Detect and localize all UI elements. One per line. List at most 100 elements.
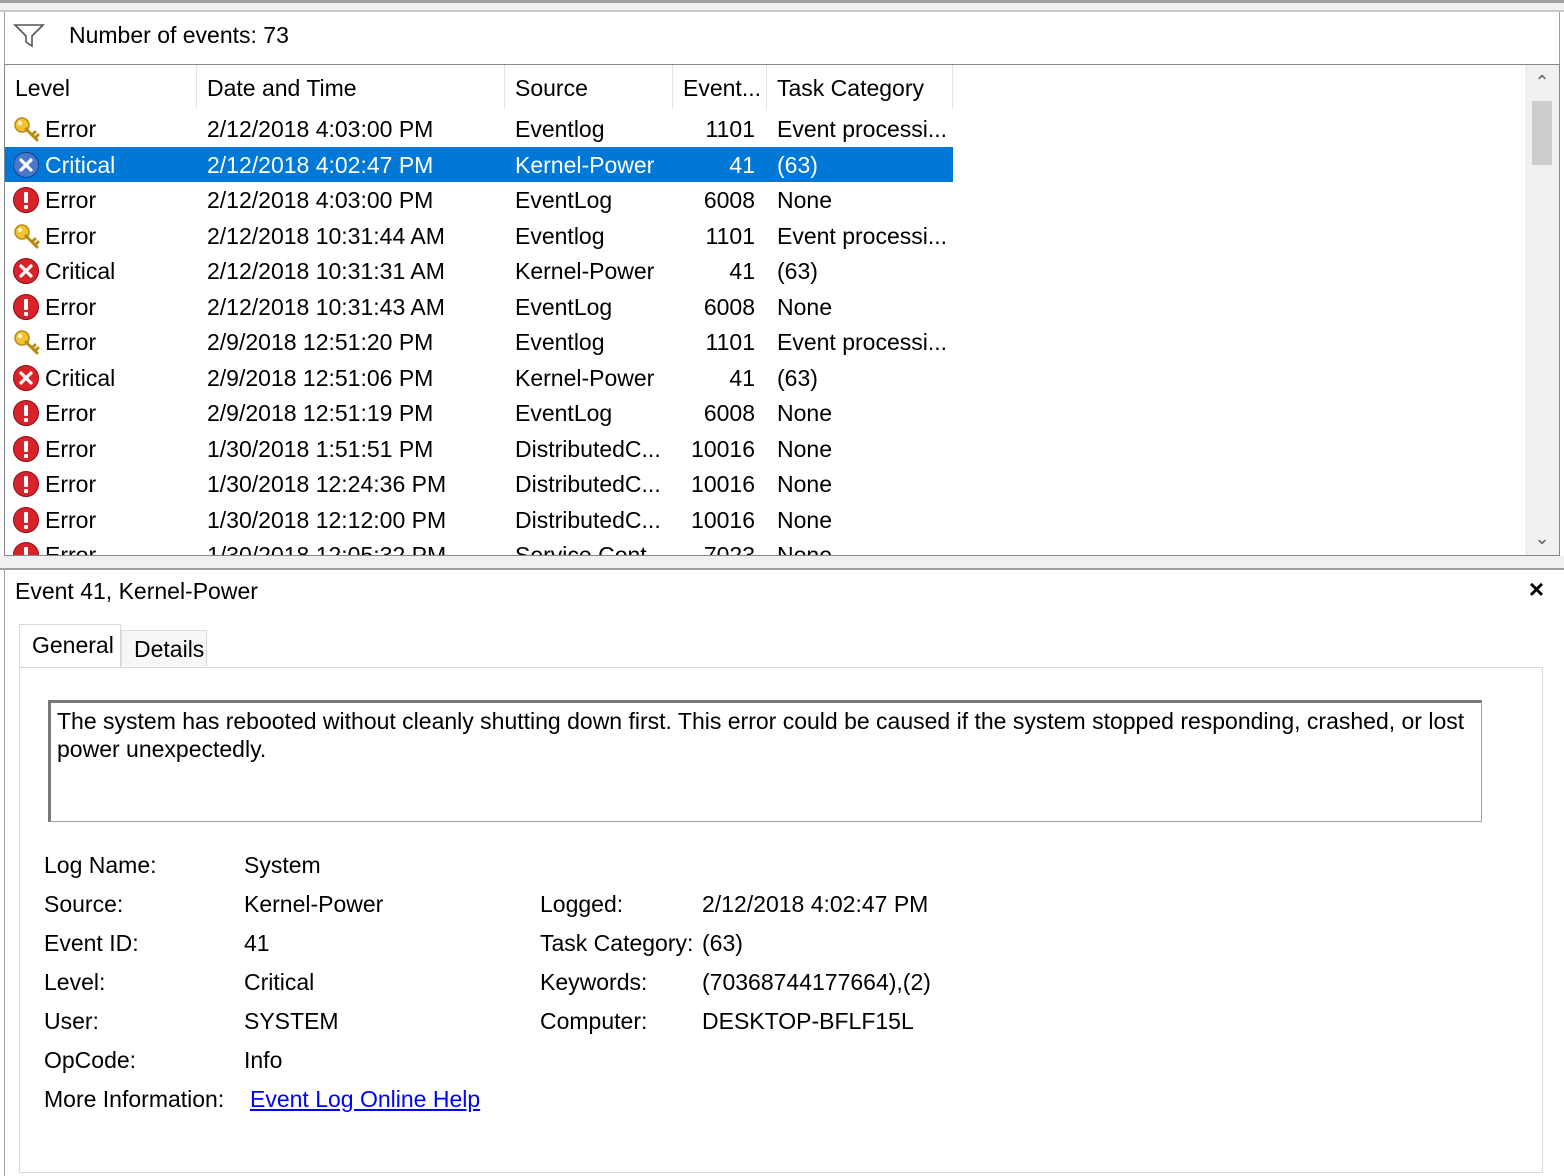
event-id-label: Event ID: — [44, 930, 139, 956]
detail-title: Event 41, Kernel-Power — [15, 578, 258, 604]
cell-date-time: 2/12/2018 10:31:31 AM — [207, 258, 445, 284]
cell-source: Eventlog — [515, 222, 605, 249]
filter-funnel-icon[interactable] — [13, 22, 45, 50]
column-header-source[interactable]: Source — [505, 65, 673, 109]
table-row[interactable]: Error 2/12/2018 4:03:00 PM EventLog 6008 Non… — [5, 182, 953, 218]
cell-event-id: 41 — [729, 364, 755, 391]
table-row[interactable]: Critical 2/12/2018 4:02:47 PM Kernel-Power… — [5, 146, 953, 182]
cell-event-id: 1101 — [705, 116, 755, 142]
cell-level: Error — [45, 222, 97, 249]
cell-level: Critical — [45, 151, 116, 178]
table-row[interactable]: Error 1/30/2018 12:05:32 PM Service Cont..… — [5, 537, 953, 556]
table-row[interactable]: Error 1/30/2018 1:51:51 PM DistributedC...… — [5, 431, 953, 467]
cell-date-time: 2/12/2018 10:31:43 AM — [207, 293, 445, 320]
cell-level: Error — [45, 506, 97, 533]
error-icon — [12, 435, 40, 463]
event-log-online-help-link[interactable]: Event Log Online Help — [250, 1086, 480, 1113]
table-row[interactable]: Error 2/9/2018 12:51:19 PM EventLog 6008 Non… — [5, 395, 953, 431]
scroll-thumb[interactable] — [1532, 101, 1552, 165]
tab-details[interactable]: Details — [121, 630, 207, 666]
level-label: Level: — [44, 969, 106, 995]
opcode-value: Info — [244, 1047, 283, 1073]
critical-icon — [12, 151, 40, 179]
event-rows: Error 2/12/2018 4:03:00 PM Eventlog 1101 Eve… — [5, 111, 1525, 556]
cell-date-time: 1/30/2018 12:12:00 PM — [207, 506, 447, 533]
event-description-textbox[interactable]: The system has rebooted without cleanly … — [48, 700, 1482, 822]
table-row[interactable]: Error 2/9/2018 12:51:20 PM Eventlog 1101 Eve… — [5, 324, 953, 360]
cell-task-category: (63) — [777, 151, 818, 178]
cell-task-category: (63) — [777, 258, 818, 284]
cell-source: Eventlog — [515, 329, 605, 355]
cell-task-category: None — [777, 187, 832, 213]
event-count-text: Number of events: 73 — [69, 22, 289, 48]
table-row[interactable]: Error 2/12/2018 10:31:43 AM EventLog 6008 No… — [5, 289, 953, 325]
cell-date-time: 2/12/2018 4:02:47 PM — [207, 151, 434, 178]
cell-task-category: None — [777, 400, 832, 426]
cell-event-id: 7023 — [703, 542, 755, 556]
error-icon — [12, 541, 40, 555]
level-value: Critical — [244, 969, 315, 995]
cell-task-category: (63) — [777, 364, 818, 391]
logged-label: Logged: — [540, 891, 624, 917]
column-header-level[interactable]: Level — [5, 65, 197, 109]
scroll-down-arrow-icon[interactable]: ⌄ — [1525, 521, 1559, 555]
event-list-grid[interactable]: Level Date and Time Source Event... Task… — [4, 64, 1560, 556]
opcode-label: OpCode: — [44, 1047, 137, 1073]
cell-source: Kernel-Power — [515, 151, 655, 178]
table-row[interactable]: Error 1/30/2018 12:12:00 PM DistributedC..… — [5, 502, 953, 538]
column-header-task-category[interactable]: Task Category — [767, 65, 953, 109]
column-header-date-time[interactable]: Date and Time — [197, 65, 505, 109]
cell-event-id: 41 — [729, 258, 755, 284]
event-id-value: 41 — [244, 930, 270, 956]
event-detail-pane: Event 41, Kernel-Power × General Details… — [4, 570, 1560, 1176]
cell-task-category: Event processi... — [777, 116, 948, 142]
column-header-event-id[interactable]: Event... — [673, 65, 767, 109]
table-row[interactable]: Error 2/12/2018 10:31:44 AM Eventlog 1101 Ev… — [5, 218, 953, 254]
pane-splitter[interactable] — [0, 556, 1564, 570]
cell-event-id: 10016 — [691, 471, 755, 497]
cell-source: Service Cont... — [515, 542, 666, 556]
vertical-scrollbar[interactable]: ⌃ ⌄ — [1525, 65, 1559, 555]
table-row[interactable]: Error 2/12/2018 4:03:00 PM Eventlog 1101 Eve… — [5, 111, 953, 147]
filter-bar: Number of events: 73 — [4, 12, 1560, 64]
cell-level: Error — [45, 435, 97, 462]
cell-task-category: Event processi... — [777, 222, 948, 249]
cell-source: Eventlog — [515, 116, 605, 142]
cell-task-category: Event processi... — [777, 329, 948, 355]
cell-level: Critical — [45, 258, 116, 284]
error-icon — [12, 399, 40, 427]
log-name-label: Log Name: — [44, 852, 157, 878]
key-icon — [12, 328, 40, 356]
cell-level: Error — [45, 187, 97, 213]
cell-date-time: 2/12/2018 10:31:44 AM — [207, 222, 445, 249]
cell-level: Critical — [45, 364, 116, 391]
cell-level: Error — [45, 471, 97, 497]
computer-label: Computer: — [540, 1008, 648, 1034]
general-tab-panel: The system has rebooted without cleanly … — [19, 667, 1543, 1173]
key-icon — [12, 222, 40, 250]
cell-task-category: None — [777, 293, 832, 320]
cell-level: Error — [45, 400, 97, 426]
table-row[interactable]: Critical 2/12/2018 10:31:31 AM Kernel-Powe… — [5, 253, 953, 289]
cell-source: EventLog — [515, 187, 613, 213]
cell-event-id: 6008 — [703, 187, 755, 213]
tab-general[interactable]: General — [19, 624, 121, 668]
cell-date-time: 1/30/2018 12:05:32 PM — [207, 542, 447, 556]
table-row[interactable]: Critical 2/9/2018 12:51:06 PM Kernel-Power… — [5, 360, 953, 396]
cell-event-id: 6008 — [703, 400, 755, 426]
cell-date-time: 2/9/2018 12:51:19 PM — [207, 400, 434, 426]
cell-date-time: 2/12/2018 4:03:00 PM — [207, 187, 434, 213]
cell-event-id: 10016 — [691, 506, 755, 533]
table-row[interactable]: Error 1/30/2018 12:24:36 PM DistributedC..… — [5, 466, 953, 502]
scroll-up-arrow-icon[interactable]: ⌃ — [1525, 65, 1559, 99]
cell-level: Error — [45, 116, 97, 142]
cell-event-id: 10016 — [691, 435, 755, 462]
keywords-label: Keywords: — [540, 969, 648, 995]
cell-level: Error — [45, 542, 97, 556]
error-icon — [12, 186, 40, 214]
cell-event-id: 1101 — [705, 329, 755, 355]
cell-date-time: 1/30/2018 12:24:36 PM — [207, 471, 447, 497]
cell-source: Kernel-Power — [515, 258, 655, 284]
close-icon[interactable]: × — [1529, 574, 1544, 605]
computer-value: DESKTOP-BFLF15L — [702, 1008, 914, 1034]
